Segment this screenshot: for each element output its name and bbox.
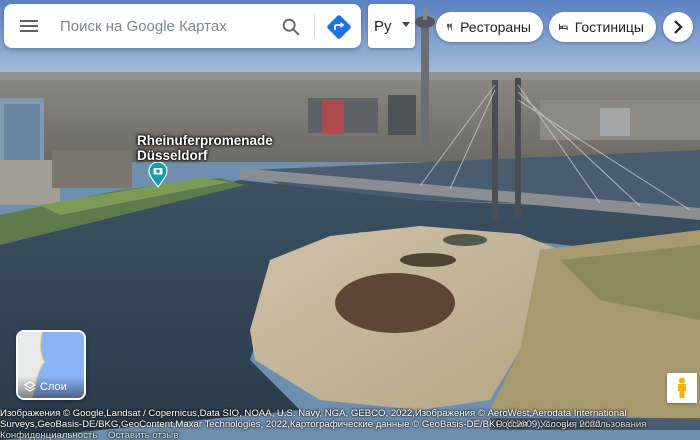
chip-label: Гостиницы [574, 19, 644, 35]
hamburger-bar [20, 20, 38, 22]
region-link[interactable]: Россия [496, 419, 527, 430]
feedback-link[interactable]: Оставить отзыв [108, 430, 178, 440]
hamburger-bar [20, 25, 38, 27]
attribution-bar: Изображения © Google,Landsat / Copernicu… [0, 408, 700, 440]
chip-label: Рестораны [460, 19, 531, 35]
layers-button[interactable]: Слои [16, 330, 86, 400]
pegman-icon [678, 377, 686, 398]
satellite-scene [0, 0, 700, 440]
search-input[interactable] [60, 14, 272, 38]
pegman-button[interactable] [667, 373, 697, 403]
search-box [4, 4, 361, 48]
directions-icon[interactable] [326, 14, 352, 40]
layers-icon [24, 381, 36, 392]
language-select[interactable]: Ру [368, 4, 415, 48]
attribution-links: Конфиденциальность Оставить отзыв [0, 430, 700, 440]
place-name-line2: Düsseldorf [137, 148, 208, 163]
camera-pin-icon[interactable] [148, 161, 168, 189]
chevron-down-icon [402, 22, 410, 27]
chevron-right-icon [674, 20, 683, 34]
bed-icon [559, 23, 568, 31]
place-name-line1: Rheinuferpromenade [137, 133, 273, 148]
layers-label: Слои [40, 381, 67, 393]
terms-link[interactable]: Условия использования [540, 419, 646, 430]
layers-label-row: Слои [18, 376, 84, 398]
divider [314, 14, 315, 38]
language-value: Ру [374, 18, 392, 35]
chip-hotels[interactable]: Гостиницы [549, 12, 656, 42]
search-icon[interactable] [280, 16, 302, 38]
menu-button[interactable] [18, 16, 40, 36]
chip-restaurants[interactable]: Рестораны [436, 12, 543, 42]
place-label[interactable]: Rheinuferpromenade Düsseldorf [137, 133, 273, 163]
chips-next-button[interactable] [663, 12, 693, 42]
fork-knife-icon [446, 23, 452, 31]
map-3d-view[interactable] [0, 0, 700, 440]
privacy-link[interactable]: Конфиденциальность [0, 430, 97, 440]
hamburger-bar [20, 30, 38, 32]
